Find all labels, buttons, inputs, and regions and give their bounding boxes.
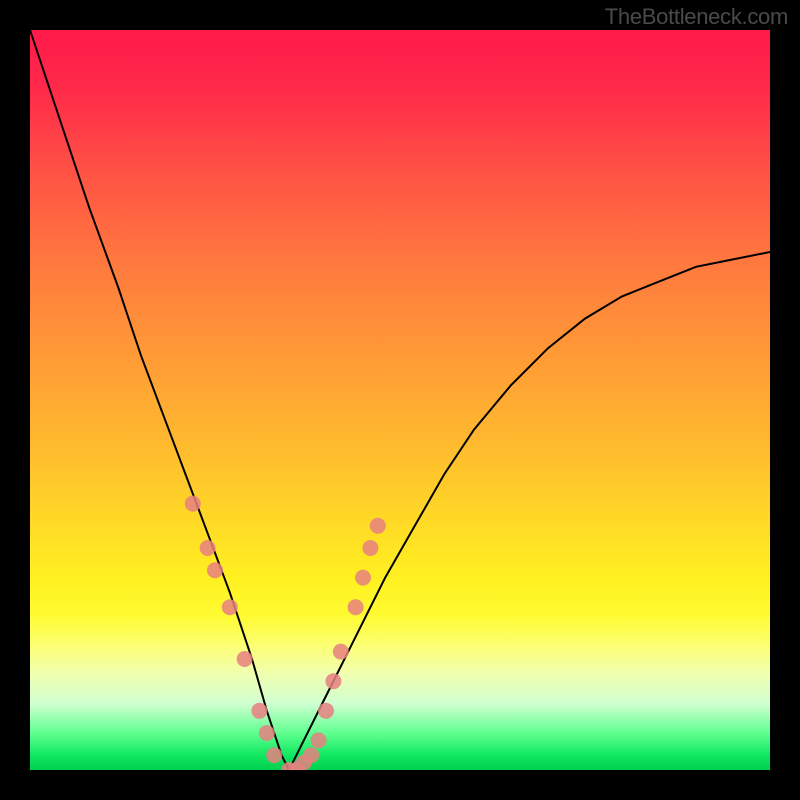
curve-group [30, 30, 770, 770]
data-point [237, 651, 253, 667]
data-point [333, 644, 349, 660]
data-point [311, 732, 327, 748]
data-point [362, 540, 378, 556]
data-point [303, 747, 319, 763]
data-point [259, 725, 275, 741]
data-point [266, 747, 282, 763]
data-point [325, 673, 341, 689]
bottleneck-curve [30, 30, 770, 770]
data-point [318, 703, 334, 719]
data-point [185, 496, 201, 512]
chart-svg [30, 30, 770, 770]
data-point [370, 518, 386, 534]
data-point [222, 599, 238, 615]
data-point [251, 703, 267, 719]
plot-area [30, 30, 770, 770]
data-point [355, 570, 371, 586]
data-point [348, 599, 364, 615]
data-point [200, 540, 216, 556]
data-point [207, 562, 223, 578]
markers-group [185, 496, 386, 770]
watermark-text: TheBottleneck.com [605, 4, 788, 30]
